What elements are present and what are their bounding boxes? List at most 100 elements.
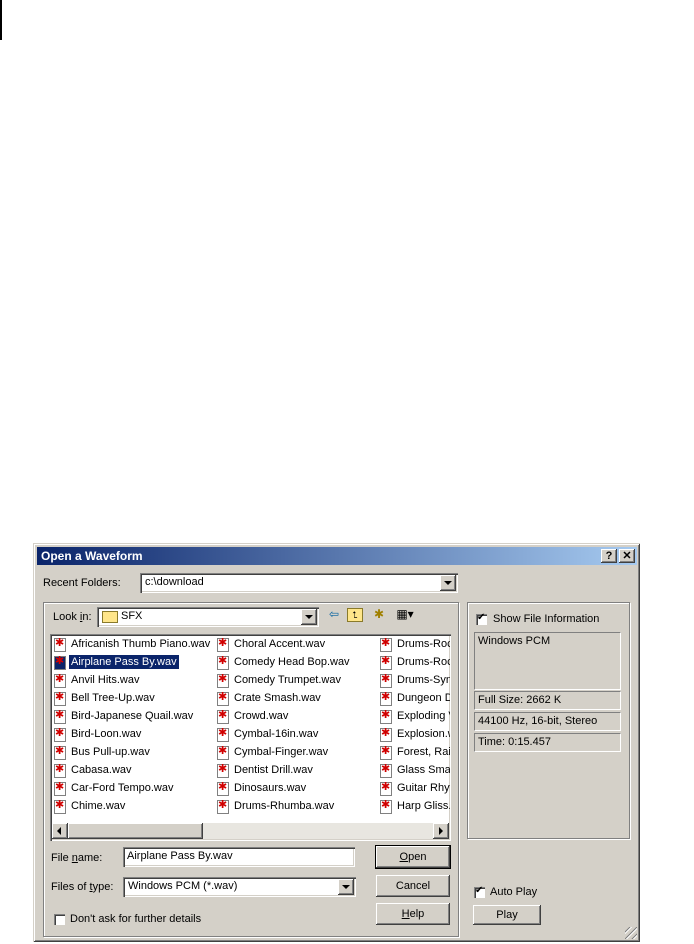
file-item[interactable]: Drums-Rhumba.wav [215, 798, 375, 816]
file-name: Bus Pull-up.wav [71, 746, 150, 758]
wave-file-icon [54, 762, 66, 778]
wave-file-icon [217, 762, 229, 778]
file-item[interactable]: Crate Smash.wav [215, 690, 375, 708]
dont-ask-label: Don't ask for further details [70, 913, 202, 925]
wave-file-icon [380, 672, 392, 688]
file-item[interactable]: Forest, Rain [378, 744, 450, 762]
wave-file-icon [380, 690, 392, 706]
scroll-right-icon[interactable] [433, 823, 449, 839]
show-info-checkbox[interactable] [476, 612, 487, 625]
up-folder-icon[interactable]: ⮤ [347, 608, 363, 622]
file-item[interactable]: Bus Pull-up.wav [52, 744, 212, 762]
file-name: Forest, Rain [397, 746, 450, 758]
look-in-label: Look in: [53, 611, 92, 623]
file-name: Crate Smash.wav [234, 692, 321, 704]
wave-file-icon [54, 798, 66, 814]
view-menu-icon[interactable]: ▦▾ [392, 606, 418, 622]
help-title-button[interactable]: ? [601, 549, 617, 563]
file-name: Cymbal-Finger.wav [234, 746, 329, 758]
scroll-left-icon[interactable] [52, 823, 68, 839]
file-item[interactable]: Bell Tree-Up.wav [52, 690, 212, 708]
wave-file-icon [217, 690, 229, 706]
file-item[interactable]: Drums-Rock [378, 636, 450, 654]
file-name: Africanish Thumb Piano.wav [71, 638, 211, 650]
wave-file-icon [217, 708, 229, 724]
chevron-down-icon[interactable] [338, 879, 354, 895]
file-name: Chime.wav [71, 800, 126, 812]
chevron-down-icon[interactable] [301, 609, 317, 625]
file-list[interactable]: Africanish Thumb Piano.wav Airplane Pass … [50, 634, 451, 841]
wave-file-icon [380, 780, 392, 796]
horizontal-scrollbar[interactable] [52, 823, 449, 839]
wave-file-icon [217, 780, 229, 796]
title-bar[interactable]: Open a Waveform ? ✕ [37, 547, 637, 565]
file-item[interactable]: Cymbal-16in.wav [215, 726, 375, 744]
close-button[interactable]: ✕ [619, 549, 635, 563]
file-item[interactable]: Exploding V [378, 708, 450, 726]
dont-ask-checkbox[interactable] [54, 914, 65, 925]
new-folder-icon[interactable]: ✱ [370, 606, 388, 622]
file-item[interactable]: Glass Smas [378, 762, 450, 780]
file-name: Drums-Rhumba.wav [234, 800, 335, 812]
time-box: Time: 0:15.457 [474, 733, 621, 752]
wave-file-icon [217, 654, 229, 670]
file-item[interactable]: Drums-Rock [378, 654, 450, 672]
file-item[interactable]: Comedy Head Bop.wav [215, 654, 375, 672]
auto-play-checkbox[interactable] [474, 885, 485, 898]
wave-file-icon [54, 636, 66, 652]
wave-file-icon [54, 726, 66, 742]
help-button[interactable]: Help [376, 903, 450, 925]
file-name: Cabasa.wav [71, 764, 132, 776]
file-name: Bell Tree-Up.wav [71, 692, 155, 704]
file-name: Drums-Rock [397, 638, 450, 650]
file-item[interactable]: Harp Gliss.w [378, 798, 450, 816]
file-name: Car-Ford Tempo.wav [71, 782, 174, 794]
file-name: Guitar Rhyth [397, 782, 450, 794]
file-name: Comedy Trumpet.wav [234, 674, 341, 686]
file-item[interactable]: Car-Ford Tempo.wav [52, 780, 212, 798]
file-type-label: Files of type: [51, 881, 114, 893]
full-size-box: Full Size: 2662 K [474, 691, 621, 710]
wave-file-icon [54, 690, 66, 706]
file-item[interactable]: Dentist Drill.wav [215, 762, 375, 780]
folder-icon [102, 611, 118, 623]
wave-file-icon [54, 744, 66, 760]
play-button[interactable]: Play [473, 905, 541, 925]
file-item[interactable]: Bird-Japanese Quail.wav [52, 708, 212, 726]
wave-file-icon [380, 636, 392, 652]
cancel-button[interactable]: Cancel [376, 875, 450, 897]
wave-file-icon [380, 654, 392, 670]
file-item[interactable]: Cabasa.wav [52, 762, 212, 780]
wave-file-icon [217, 636, 229, 652]
file-name: Glass Smas [397, 764, 450, 776]
file-item[interactable]: Dinosaurs.wav [215, 780, 375, 798]
wave-file-icon [217, 744, 229, 760]
file-name: Crowd.wav [234, 710, 289, 722]
scroll-thumb[interactable] [68, 823, 203, 839]
file-item[interactable]: Cymbal-Finger.wav [215, 744, 375, 762]
file-name-field[interactable]: Airplane Pass By.wav [123, 847, 355, 867]
file-item[interactable]: Comedy Trumpet.wav [215, 672, 375, 690]
file-item[interactable]: Airplane Pass By.wav [52, 654, 212, 672]
file-type-combo[interactable]: Windows PCM (*.wav) [123, 877, 356, 897]
file-item[interactable]: Guitar Rhyth [378, 780, 450, 798]
open-button[interactable]: Open [375, 845, 451, 869]
recent-folders-combo[interactable]: c:\download [140, 573, 458, 593]
chevron-down-icon[interactable] [440, 575, 456, 591]
file-item[interactable]: Africanish Thumb Piano.wav [52, 636, 212, 654]
back-icon[interactable]: ⇦ [325, 606, 343, 622]
file-item[interactable]: Explosion.w [378, 726, 450, 744]
file-item[interactable]: Chime.wav [52, 798, 212, 816]
file-item[interactable]: Drums-Sync [378, 672, 450, 690]
resize-grip-icon[interactable] [625, 927, 637, 939]
format-box: Windows PCM [474, 632, 621, 690]
file-item[interactable]: Crowd.wav [215, 708, 375, 726]
look-in-combo[interactable]: SFX [97, 607, 319, 627]
file-item[interactable]: Choral Accent.wav [215, 636, 375, 654]
file-item[interactable]: Dungeon D [378, 690, 450, 708]
file-item[interactable]: Bird-Loon.wav [52, 726, 212, 744]
file-name: Comedy Head Bop.wav [234, 656, 350, 668]
file-name: Dungeon D [397, 692, 450, 704]
file-item[interactable]: Anvil Hits.wav [52, 672, 212, 690]
look-in-value: SFX [121, 610, 143, 622]
